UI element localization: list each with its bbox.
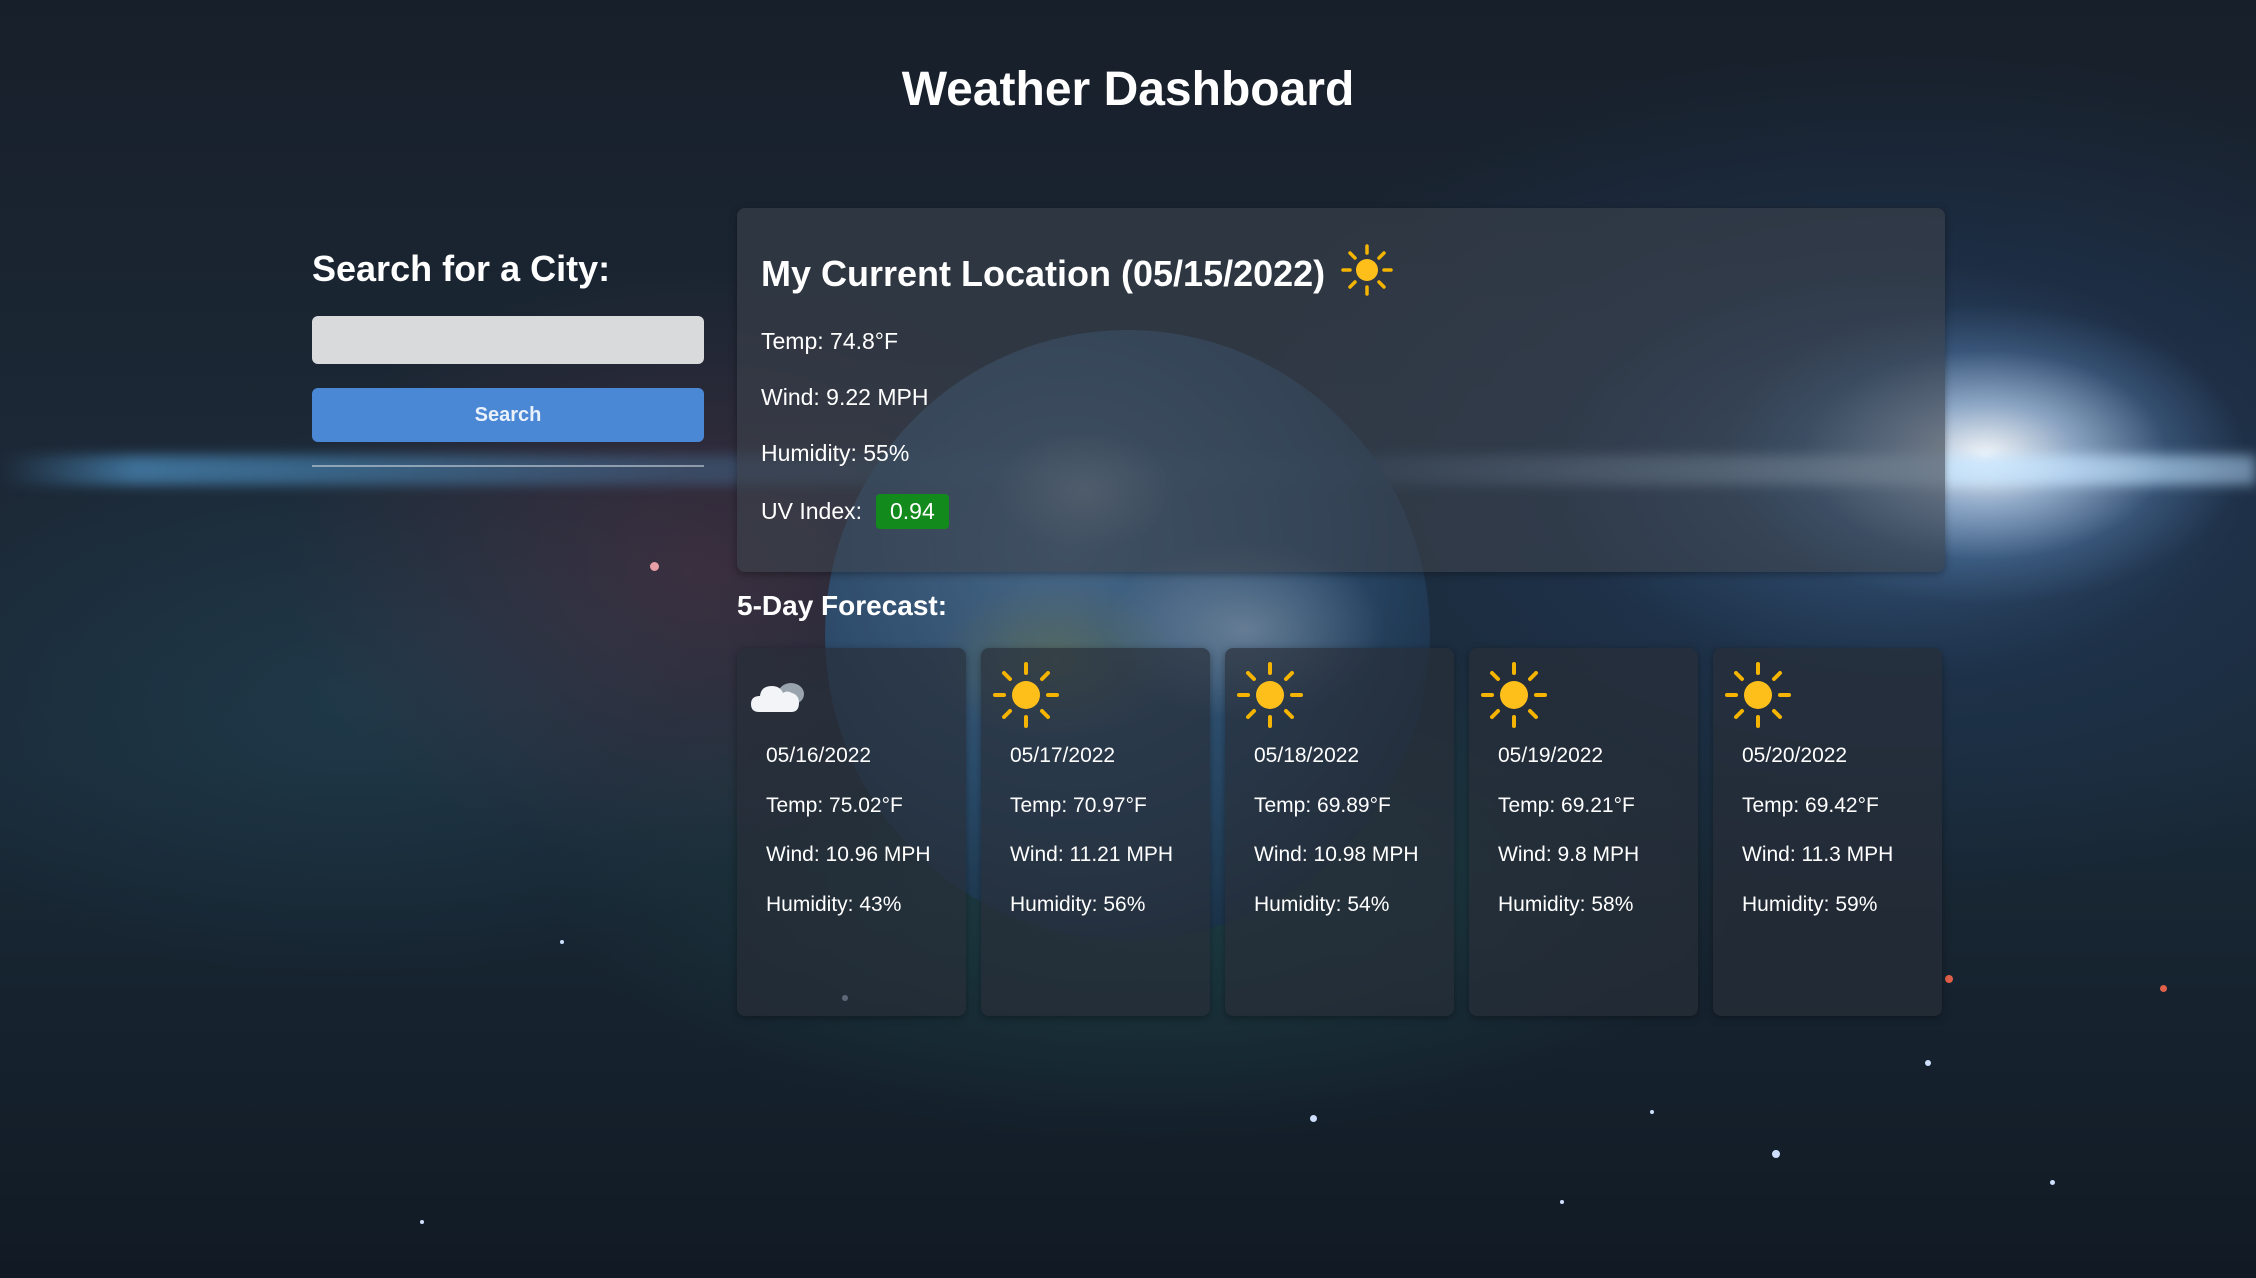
forecast-wind: Wind: 11.3 MPH (1742, 843, 1894, 866)
forecast-humidity: Humidity: 43% (766, 893, 902, 916)
sun-icon (1341, 244, 1393, 296)
search-divider (312, 465, 704, 467)
current-wind: Wind: 9.22 MPH (761, 384, 929, 410)
cloud-icon (751, 683, 804, 712)
sun-icon (993, 662, 1059, 728)
uv-index-badge: 0.94 (876, 494, 949, 529)
forecast-wind: Wind: 10.96 MPH (766, 843, 931, 866)
forecast-temp: Temp: 75.02°F (766, 794, 903, 817)
forecast-temp: Temp: 69.21°F (1498, 794, 1635, 817)
forecast-date: 05/16/2022 (766, 744, 872, 767)
forecast-wind: Wind: 10.98 MPH (1254, 843, 1419, 866)
forecast-humidity: Humidity: 56% (1010, 893, 1146, 916)
forecast-date: 05/17/2022 (1010, 744, 1116, 767)
current-uv-row: UV Index: 0.94 (761, 494, 949, 529)
current-temp: Temp: 74.8°F (761, 328, 899, 354)
forecast-date: 05/20/2022 (1742, 744, 1848, 767)
forecast-temp: Temp: 70.97°F (1010, 794, 1147, 817)
search-heading: Search for a City: (312, 248, 611, 289)
forecast-card: 05/16/2022 Temp: 75.02°F Wind: 10.96 MPH… (737, 648, 966, 1016)
forecast-card: 05/17/2022 Temp: 70.97°F Wind: 11.21 MPH… (981, 648, 1210, 1016)
forecast-date: 05/19/2022 (1498, 744, 1604, 767)
sun-icon (1237, 662, 1303, 728)
current-weather-title-text: My Current Location (05/15/2022) (761, 253, 1326, 294)
sun-icon (1725, 662, 1791, 728)
forecast-wind: Wind: 9.8 MPH (1498, 843, 1640, 866)
current-humidity: Humidity: 55% (761, 440, 910, 466)
forecast-wind: Wind: 11.21 MPH (1010, 843, 1174, 866)
forecast-humidity: Humidity: 59% (1742, 893, 1878, 916)
forecast-temp: Temp: 69.42°F (1742, 794, 1879, 817)
forecast-card: 05/19/2022 Temp: 69.21°F Wind: 9.8 MPH H… (1469, 648, 1698, 1016)
forecast-temp: Temp: 69.89°F (1254, 794, 1391, 817)
sun-icon (1481, 662, 1547, 728)
forecast-humidity: Humidity: 58% (1498, 893, 1634, 916)
search-button[interactable]: Search (312, 388, 704, 442)
page-title: Weather Dashboard (901, 63, 1355, 116)
forecast-heading: 5-Day Forecast: (737, 590, 948, 621)
forecast-date: 05/18/2022 (1254, 744, 1360, 767)
uv-index-label: UV Index: (761, 498, 862, 524)
current-weather-title: My Current Location (05/15/2022) (761, 244, 1393, 296)
forecast-humidity: Humidity: 54% (1254, 893, 1390, 916)
city-search-input[interactable] (312, 316, 704, 364)
forecast-card: 05/20/2022 Temp: 69.42°F Wind: 11.3 MPH … (1713, 648, 1942, 1016)
forecast-card: 05/18/2022 Temp: 69.89°F Wind: 10.98 MPH… (1225, 648, 1454, 1016)
current-weather-card: My Current Location (05/15/2022) Temp: 7… (737, 208, 1945, 572)
